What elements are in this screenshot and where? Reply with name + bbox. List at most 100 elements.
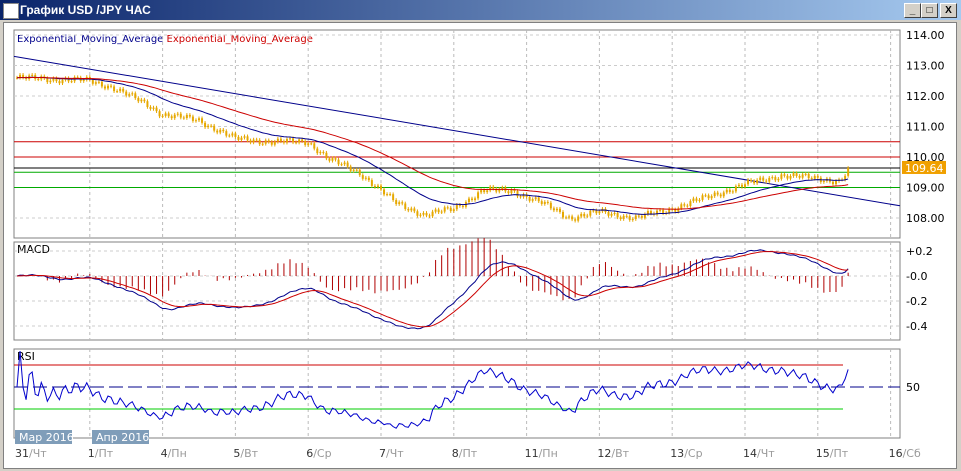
candle-body bbox=[698, 199, 701, 201]
candle-body bbox=[164, 113, 167, 116]
candle-body bbox=[58, 81, 61, 84]
candle-body bbox=[577, 216, 580, 221]
candle-body bbox=[31, 74, 34, 76]
price-tick: 111.00 bbox=[906, 121, 945, 134]
candle-body bbox=[662, 209, 665, 214]
candle-body bbox=[346, 162, 349, 167]
candle-body bbox=[249, 140, 252, 143]
candle-body bbox=[477, 192, 480, 199]
candle-body bbox=[386, 194, 389, 196]
candle-body bbox=[252, 139, 255, 143]
x-axis-label: 7/Чт bbox=[379, 447, 404, 460]
candle-body bbox=[568, 216, 571, 218]
candle-body bbox=[410, 208, 413, 211]
candle-body bbox=[131, 93, 134, 95]
candle-body bbox=[528, 196, 531, 201]
candle-body bbox=[768, 177, 771, 182]
candle-body bbox=[816, 175, 819, 178]
candle-body bbox=[449, 207, 452, 212]
candle-body bbox=[562, 211, 564, 218]
candle-body bbox=[607, 212, 610, 216]
candle-body bbox=[492, 186, 495, 189]
candle-body bbox=[789, 176, 792, 179]
candle-body bbox=[285, 139, 288, 143]
candle-body bbox=[795, 173, 798, 176]
rsi-line bbox=[16, 350, 849, 429]
candle-body bbox=[219, 129, 222, 133]
candle-body bbox=[452, 209, 455, 212]
candle-body bbox=[516, 191, 519, 197]
candle-body bbox=[692, 198, 695, 202]
candle-body bbox=[383, 189, 386, 195]
macd-line bbox=[16, 249, 849, 330]
candle-body bbox=[695, 198, 698, 201]
candle-body bbox=[480, 190, 483, 193]
candle-body bbox=[750, 179, 753, 182]
candle-body bbox=[258, 139, 261, 145]
chart-canvas[interactable]: 114.00113.00112.00111.00110.00109.00108.… bbox=[0, 0, 961, 471]
candle-body bbox=[722, 192, 725, 197]
candle-body bbox=[486, 190, 489, 193]
candle-body bbox=[744, 184, 746, 187]
candle-body bbox=[443, 207, 446, 212]
candle-body bbox=[398, 202, 401, 205]
candle-body bbox=[659, 209, 662, 211]
candle-body bbox=[540, 201, 543, 204]
candle-body bbox=[222, 129, 225, 132]
candle-body bbox=[583, 213, 586, 217]
macd-tick: +0.2 bbox=[906, 245, 933, 258]
macd-title: MACD bbox=[17, 243, 50, 256]
candle-body bbox=[543, 201, 546, 204]
candle-body bbox=[753, 181, 756, 184]
candle-body bbox=[455, 204, 458, 210]
candle-body bbox=[198, 118, 200, 121]
candle-body bbox=[458, 204, 461, 206]
candle-body bbox=[683, 204, 686, 206]
candle-body bbox=[610, 213, 613, 216]
candle-body bbox=[686, 205, 689, 207]
candle-body bbox=[847, 167, 850, 176]
candle-body bbox=[216, 130, 219, 133]
candle-body bbox=[122, 88, 125, 92]
candle-body bbox=[747, 179, 750, 185]
candle-body bbox=[701, 195, 704, 200]
candle-body bbox=[680, 204, 683, 209]
candle-body bbox=[337, 159, 340, 165]
candle-body bbox=[574, 219, 577, 221]
candle-body bbox=[304, 141, 307, 145]
candle-body bbox=[82, 79, 85, 82]
candle-body bbox=[625, 215, 628, 217]
candle-body bbox=[289, 138, 291, 140]
candle-body bbox=[149, 106, 152, 109]
candle-body bbox=[331, 158, 334, 161]
rsi-tick: 50 bbox=[906, 381, 920, 394]
candle-body bbox=[771, 177, 774, 179]
candle-body bbox=[100, 81, 103, 87]
candle-body bbox=[167, 113, 170, 117]
candle-body bbox=[179, 113, 182, 118]
macd-tick: -0.0 bbox=[906, 270, 927, 283]
candle-body bbox=[107, 85, 109, 89]
candle-body bbox=[640, 216, 643, 218]
candle-body bbox=[783, 174, 786, 176]
month-label: Апр 2016 bbox=[96, 431, 149, 444]
candle-body bbox=[707, 195, 710, 199]
candle-body bbox=[592, 210, 595, 212]
candle-body bbox=[355, 169, 358, 171]
candle-body bbox=[328, 158, 331, 161]
candle-body bbox=[619, 217, 622, 219]
candle-body bbox=[313, 143, 316, 149]
candle-body bbox=[404, 203, 407, 209]
candle-body bbox=[361, 175, 364, 179]
x-axis-label: 5/Вт bbox=[233, 447, 258, 460]
candle-body bbox=[725, 189, 728, 193]
candle-body bbox=[425, 212, 428, 216]
candle-body bbox=[204, 122, 207, 128]
candle-body bbox=[716, 192, 719, 195]
candle-body bbox=[225, 131, 228, 136]
candle-body bbox=[634, 215, 637, 220]
candle-body bbox=[207, 125, 210, 128]
candle-body bbox=[431, 211, 434, 217]
candle-body bbox=[589, 210, 592, 216]
candle-body bbox=[674, 209, 677, 212]
